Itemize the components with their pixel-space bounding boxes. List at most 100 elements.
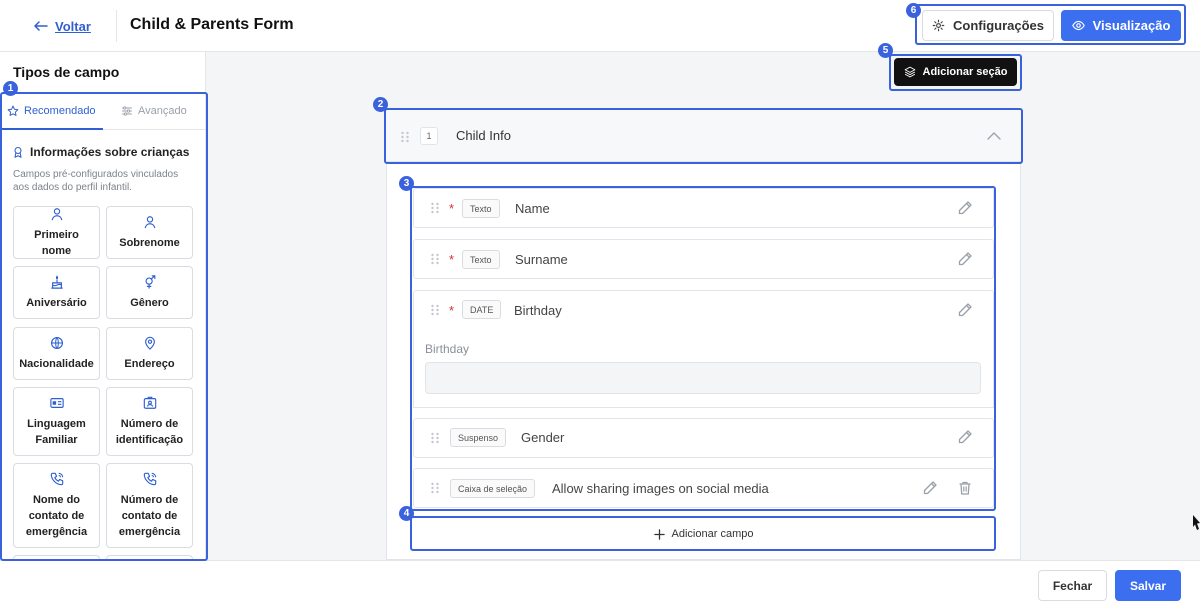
annotation-marker-6: 6 bbox=[906, 3, 921, 18]
drag-handle-icon[interactable] bbox=[430, 252, 440, 265]
field-card-numero-contato-emergencia[interactable]: Número de contato de emergência bbox=[106, 463, 193, 548]
category-description: Campos pré-configurados vinculados aos d… bbox=[13, 169, 179, 193]
field-type-tag: Suspenso bbox=[450, 428, 507, 447]
category-title-text: Informações sobre crianças bbox=[30, 145, 190, 159]
section-title: Child Info bbox=[456, 128, 511, 143]
field-card-primeiro-nome[interactable]: Primeiro nome bbox=[13, 206, 100, 259]
field-type-tabs: Recomendado Avançado bbox=[0, 92, 206, 130]
sliders-icon bbox=[122, 106, 132, 116]
active-tab-indicator bbox=[0, 128, 103, 130]
drag-handle-icon[interactable] bbox=[430, 201, 440, 214]
layers-icon bbox=[904, 66, 915, 78]
required-asterisk: * bbox=[449, 303, 455, 318]
drag-handle-icon[interactable] bbox=[430, 481, 440, 494]
field-card-sobrenome[interactable]: Sobrenome bbox=[106, 206, 193, 259]
cake-icon bbox=[50, 274, 63, 289]
language-icon bbox=[49, 397, 64, 408]
trash-icon[interactable] bbox=[957, 480, 973, 496]
field-label: Allow sharing images on social media bbox=[552, 481, 769, 496]
field-card-aniversario[interactable]: Aniversário bbox=[13, 266, 100, 319]
field-label: Birthday bbox=[514, 303, 562, 318]
annotation-marker-4: 4 bbox=[399, 506, 414, 521]
form-title: Child & Parents Form bbox=[130, 16, 294, 33]
plus-icon bbox=[653, 528, 665, 540]
drag-handle-icon[interactable] bbox=[430, 431, 440, 444]
field-label: Name bbox=[515, 201, 550, 216]
tab-recomendado[interactable]: Recomendado bbox=[7, 92, 96, 130]
field-card-endereco[interactable]: Endereço bbox=[106, 327, 193, 380]
configuracoes-button[interactable]: Configurações bbox=[922, 10, 1054, 41]
field-type-tag: Texto bbox=[462, 199, 500, 218]
globe-icon bbox=[50, 336, 63, 349]
drag-handle-icon[interactable] bbox=[430, 303, 440, 316]
field-card-linguagem-familiar[interactable]: Linguagem Familiar bbox=[13, 387, 100, 456]
person-icon bbox=[144, 215, 155, 228]
field-type-tag: Texto bbox=[462, 250, 500, 269]
field-type-tag: Caixa de seleção bbox=[450, 479, 536, 498]
required-asterisk: * bbox=[449, 201, 455, 216]
field-label: Surname bbox=[515, 252, 568, 267]
person-icon bbox=[51, 207, 62, 220]
required-asterisk: * bbox=[449, 252, 455, 267]
fechar-button[interactable]: Fechar bbox=[1038, 570, 1107, 601]
tab-recomendado-label: Recomendado bbox=[24, 105, 96, 117]
field-card-label: Gênero bbox=[130, 296, 169, 309]
back-label: Voltar bbox=[55, 18, 91, 34]
gear-icon bbox=[932, 19, 945, 32]
visualizacao-label: Visualização bbox=[1092, 18, 1171, 33]
map-pin-icon bbox=[144, 336, 155, 350]
field-card-label: Primeiro nome bbox=[34, 228, 79, 257]
add-section-button[interactable]: Adicionar seção bbox=[894, 58, 1017, 86]
back-link[interactable]: Voltar bbox=[34, 17, 91, 35]
edit-pencil-icon[interactable] bbox=[957, 251, 973, 267]
visualizacao-button[interactable]: Visualização bbox=[1061, 10, 1181, 41]
badge-icon bbox=[14, 146, 22, 158]
configuracoes-label: Configurações bbox=[952, 18, 1044, 33]
mouse-cursor-icon bbox=[1193, 514, 1200, 534]
chevron-up-icon[interactable] bbox=[986, 128, 1002, 144]
add-field-button[interactable]: Adicionar campo bbox=[413, 519, 994, 549]
field-row-surname[interactable] bbox=[413, 239, 994, 279]
field-card-label: Endereço bbox=[124, 357, 175, 370]
section-number: 1 bbox=[420, 127, 438, 145]
annotation-marker-3: 3 bbox=[399, 176, 414, 191]
header-divider bbox=[116, 10, 117, 42]
arrow-left-icon bbox=[34, 21, 48, 31]
field-row-name[interactable] bbox=[413, 188, 994, 228]
phone-icon bbox=[143, 472, 156, 485]
phone-icon bbox=[50, 472, 63, 485]
field-label: Gender bbox=[521, 430, 565, 445]
footer-bar bbox=[0, 560, 1200, 611]
field-card-label: Nome do contato de emergência bbox=[25, 493, 88, 538]
field-card-label: Sobrenome bbox=[119, 236, 180, 249]
field-card-nacionalidade[interactable]: Nacionalidade bbox=[13, 327, 100, 380]
field-card-label: Linguagem Familiar bbox=[27, 417, 86, 446]
field-card-label: Nacionalidade bbox=[19, 357, 94, 370]
field-card-label: Número de identificação bbox=[115, 417, 184, 446]
tab-avancado-label: Avançado bbox=[138, 105, 187, 117]
salvar-button[interactable]: Salvar bbox=[1115, 570, 1181, 601]
field-card-label: Número de contato de emergência bbox=[118, 493, 181, 538]
edit-pencil-icon[interactable] bbox=[922, 480, 938, 496]
edit-pencil-icon[interactable] bbox=[957, 302, 973, 318]
field-card-label: Aniversário bbox=[26, 296, 87, 309]
gender-icon bbox=[144, 274, 155, 289]
birthday-preview-input[interactable] bbox=[425, 362, 981, 394]
field-card-numero-identificacao[interactable]: Número de identificação bbox=[106, 387, 193, 456]
add-section-label: Adicionar seção bbox=[922, 66, 1008, 78]
edit-pencil-icon[interactable] bbox=[957, 429, 973, 445]
sidebar-title: Tipos de campo bbox=[13, 64, 120, 80]
birthday-preview-label: Birthday bbox=[425, 342, 470, 356]
field-card-genero[interactable]: Gênero bbox=[106, 266, 193, 319]
annotation-marker-1: 1 bbox=[3, 81, 18, 96]
field-type-tag: DATE bbox=[462, 300, 502, 319]
edit-pencil-icon[interactable] bbox=[957, 200, 973, 216]
category-title: Informações sobre crianças bbox=[12, 145, 189, 159]
annotation-marker-2: 2 bbox=[373, 97, 388, 112]
id-card-icon bbox=[143, 396, 156, 409]
tab-avancado[interactable]: Avançado bbox=[121, 92, 187, 130]
star-icon bbox=[7, 105, 19, 116]
field-card-nome-contato-emergencia[interactable]: Nome do contato de emergência bbox=[13, 463, 100, 548]
eye-icon bbox=[1071, 20, 1085, 31]
drag-handle-icon[interactable] bbox=[400, 130, 410, 143]
